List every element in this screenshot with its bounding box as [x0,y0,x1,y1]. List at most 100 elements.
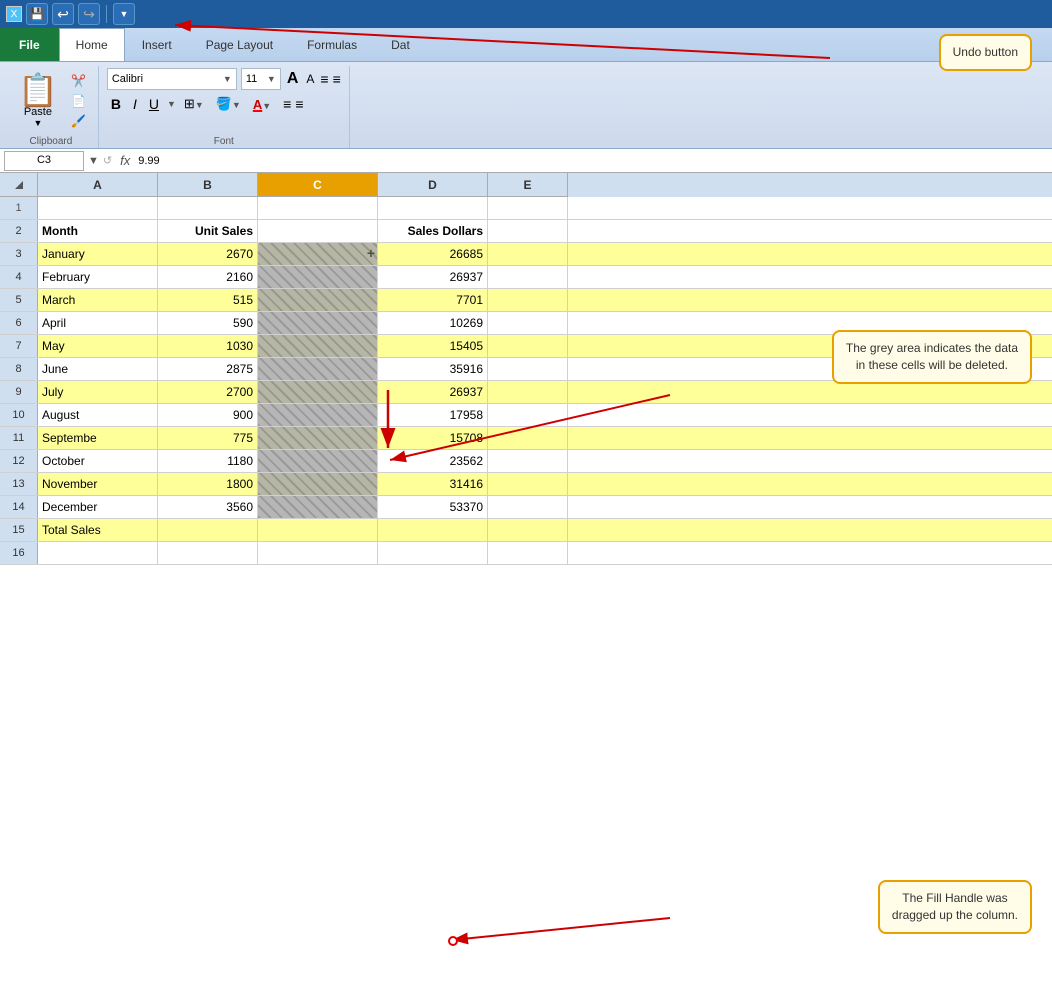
cell-10-col-b[interactable]: 900 [158,404,258,426]
cell-15-col-e[interactable] [488,519,568,541]
cell-16-col-a[interactable] [38,542,158,564]
cell-2-col-e[interactable] [488,220,568,242]
cell-4-col-e[interactable] [488,266,568,288]
cell-1-col-d[interactable] [378,197,488,219]
align-right-icon[interactable]: ≡ [333,71,341,87]
cell-14-col-e[interactable] [488,496,568,518]
cell-9-col-a[interactable]: July [38,381,158,403]
cell-13-col-d[interactable]: 31416 [378,473,488,495]
cell-12-col-c[interactable] [258,450,378,472]
cell-11-col-d[interactable]: 15708 [378,427,488,449]
tab-insert[interactable]: Insert [125,28,189,61]
cell-1-col-a[interactable] [38,197,158,219]
cell-14-col-a[interactable]: December [38,496,158,518]
cell-8-col-c[interactable] [258,358,378,380]
cell-5-col-c[interactable] [258,289,378,311]
border-button[interactable]: ⊞▼ [180,94,208,114]
cell-5-col-a[interactable]: March [38,289,158,311]
cell-13-col-b[interactable]: 1800 [158,473,258,495]
save-button[interactable]: 💾 [26,3,48,25]
cell-13-col-c[interactable] [258,473,378,495]
cell-4-col-d[interactable]: 26937 [378,266,488,288]
cell-10-col-d[interactable]: 17958 [378,404,488,426]
copy-button[interactable]: 📄 [68,92,90,110]
font-name-dropdown[interactable]: Calibri ▼ [107,68,237,90]
col-header-b[interactable]: B [158,173,258,197]
tab-file[interactable]: File [0,28,59,61]
cell-11-col-a[interactable]: Septembe [38,427,158,449]
cell-16-col-d[interactable] [378,542,488,564]
col-header-c[interactable]: C [258,173,378,197]
underline-button[interactable]: U [145,94,163,114]
bold-button[interactable]: B [107,94,125,114]
cell-3-col-a[interactable]: January [38,243,158,265]
name-box-dropdown[interactable]: ▼ [88,155,99,167]
undo-button[interactable]: ↩ [52,3,74,25]
cell-6-col-c[interactable] [258,312,378,334]
cell-2-col-a[interactable]: Month [38,220,158,242]
cell-11-col-c[interactable] [258,427,378,449]
cell-4-col-b[interactable]: 2160 [158,266,258,288]
cell-1-col-e[interactable] [488,197,568,219]
cell-5-col-d[interactable]: 7701 [378,289,488,311]
cell-15-col-d[interactable] [378,519,488,541]
cell-5-col-b[interactable]: 515 [158,289,258,311]
format-painter-button[interactable]: 🖌️ [68,112,90,130]
circular-arrow[interactable]: ↺ [103,154,112,167]
cell-11-col-e[interactable] [488,427,568,449]
cell-10-col-c[interactable] [258,404,378,426]
cell-4-col-c[interactable] [258,266,378,288]
cell-9-col-d[interactable]: 26937 [378,381,488,403]
cell-12-col-b[interactable]: 1180 [158,450,258,472]
cell-7-col-c[interactable] [258,335,378,357]
paste-button[interactable]: 📋 Paste ▼ [12,72,64,130]
col-header-a[interactable]: A [38,173,158,197]
fill-handle[interactable] [448,936,458,946]
cell-5-col-e[interactable] [488,289,568,311]
col-header-e[interactable]: E [488,173,568,197]
cell-15-col-b[interactable] [158,519,258,541]
cell-7-col-a[interactable]: May [38,335,158,357]
cell-16-col-e[interactable] [488,542,568,564]
tab-formulas[interactable]: Formulas [290,28,374,61]
cell-10-col-e[interactable] [488,404,568,426]
cell-3-col-b[interactable]: 2670 [158,243,258,265]
cell-6-col-d[interactable]: 10269 [378,312,488,334]
cell-12-col-d[interactable]: 23562 [378,450,488,472]
cell-2-col-d[interactable]: Sales Dollars [378,220,488,242]
paste-arrow[interactable]: ▼ [33,118,42,128]
fill-color-button[interactable]: 🪣▼ [212,94,245,114]
cell-8-col-b[interactable]: 2875 [158,358,258,380]
cell-8-col-d[interactable]: 35916 [378,358,488,380]
cell-1-col-c[interactable] [258,197,378,219]
cell-9-col-c[interactable] [258,381,378,403]
tab-home[interactable]: Home [59,28,125,61]
cell-7-col-d[interactable]: 15405 [378,335,488,357]
cell-9-col-e[interactable] [488,381,568,403]
cell-1-col-b[interactable] [158,197,258,219]
font-color-button[interactable]: A▼ [249,95,275,114]
tab-data[interactable]: Dat [374,28,427,61]
name-box[interactable]: C3 [4,151,84,171]
cell-6-col-e[interactable] [488,312,568,334]
formula-input[interactable] [138,155,1048,167]
align-icon-1[interactable]: ≡ [283,96,291,112]
cell-2-col-c[interactable] [258,220,378,242]
cell-2-col-b[interactable]: Unit Sales [158,220,258,242]
cell-3-col-c[interactable]: + [258,243,378,265]
cell-8-col-e[interactable] [488,358,568,380]
tab-page-layout[interactable]: Page Layout [189,28,290,61]
cell-15-col-a[interactable]: Total Sales [38,519,158,541]
cell-14-col-c[interactable] [258,496,378,518]
cell-12-col-e[interactable] [488,450,568,472]
cell-6-col-a[interactable]: April [38,312,158,334]
cell-16-col-c[interactable] [258,542,378,564]
cell-4-col-a[interactable]: February [38,266,158,288]
cell-9-col-b[interactable]: 2700 [158,381,258,403]
cell-7-col-e[interactable] [488,335,568,357]
cell-16-col-b[interactable] [158,542,258,564]
quick-access-button[interactable]: ▼ [113,3,135,25]
align-left-icon[interactable]: ≡ [320,71,328,87]
cell-7-col-b[interactable]: 1030 [158,335,258,357]
underline-dropdown[interactable]: ▼ [167,99,176,109]
